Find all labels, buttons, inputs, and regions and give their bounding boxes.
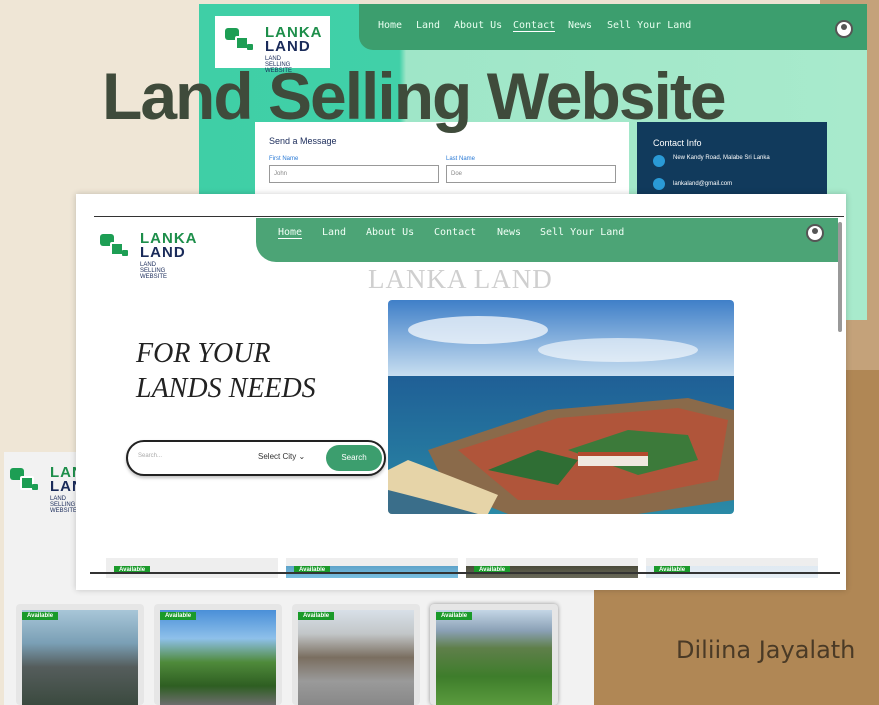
coastal-fort-illustration [388, 300, 734, 514]
last-name-field[interactable]: Doe [446, 165, 616, 183]
nav-home[interactable]: Home [378, 20, 402, 31]
available-badge: Available [298, 612, 335, 620]
hero-line-2: LANDS NEEDS [136, 373, 316, 404]
contact-navbar: Home Land About Us Contact News Sell You… [359, 4, 867, 50]
info-title: Contact Info [653, 138, 702, 148]
divider [94, 216, 844, 217]
land-image [436, 610, 552, 705]
page-title: Land Selling Website [102, 59, 727, 133]
land-card-thumb[interactable]: Available [106, 558, 278, 578]
last-name-label: Last Name [446, 156, 476, 162]
available-badge: Available [160, 612, 197, 620]
city-select[interactable]: Select City ⌄ [258, 452, 305, 461]
brand-heading: LANKA LAND [368, 264, 553, 294]
divider [90, 572, 840, 574]
scrollbar[interactable] [838, 222, 842, 332]
nav-land[interactable]: Land [322, 227, 346, 238]
search-bar: Search... Select City ⌄ Search [126, 440, 386, 476]
search-input[interactable]: Search... [138, 453, 162, 459]
nav-contact[interactable]: Contact [513, 20, 556, 32]
land-card[interactable]: Available [16, 604, 144, 705]
chevron-down-icon: ⌄ [298, 452, 306, 461]
nav-sell[interactable]: Sell Your Land [540, 227, 624, 238]
search-button[interactable]: Search [326, 445, 382, 471]
home-page-screenshot: LANKA LAND LAND SELLING WEBSITE Home Lan… [76, 194, 846, 590]
main-navbar: Home Land About Us Contact News Sell You… [256, 218, 838, 262]
author-credit: Diliina Jayalath [676, 636, 856, 664]
nav-news[interactable]: News [568, 20, 592, 31]
address-text: New Kandy Road, Malabe Sri Lanka [673, 155, 770, 161]
nav-contact[interactable]: Contact [434, 227, 476, 238]
land-card-thumb[interactable]: Available [466, 558, 638, 578]
land-image [160, 610, 276, 705]
nav-land[interactable]: Land [416, 20, 440, 31]
first-name-field[interactable]: John [269, 165, 439, 183]
nav-sell[interactable]: Sell Your Land [607, 20, 691, 31]
hero-image [388, 300, 734, 514]
user-icon[interactable] [806, 224, 824, 242]
land-card[interactable]: Available [154, 604, 282, 705]
available-badge: Available [22, 612, 59, 620]
email-text: lankaland@gmail.com [673, 181, 733, 187]
land-card[interactable]: Available [430, 604, 558, 705]
nav-home[interactable]: Home [278, 227, 303, 239]
form-title: Send a Message [269, 136, 337, 146]
location-icon [653, 155, 665, 167]
hero-headline: FOR YOUR LANDS NEEDS [136, 336, 316, 406]
user-icon[interactable] [835, 20, 853, 38]
land-card-thumb[interactable]: Available [286, 558, 458, 578]
email-icon [653, 178, 665, 190]
land-image [298, 610, 414, 705]
nav-about[interactable]: About Us [366, 227, 414, 238]
hero-line-1: FOR YOUR [136, 338, 271, 369]
nav-news[interactable]: News [497, 227, 521, 238]
nav-about[interactable]: About Us [454, 20, 502, 31]
land-card-thumb[interactable]: Available [646, 558, 818, 578]
first-name-label: First Name [269, 156, 299, 162]
land-card[interactable]: Available [292, 604, 420, 705]
land-image [22, 610, 138, 705]
available-badge: Available [436, 612, 473, 620]
